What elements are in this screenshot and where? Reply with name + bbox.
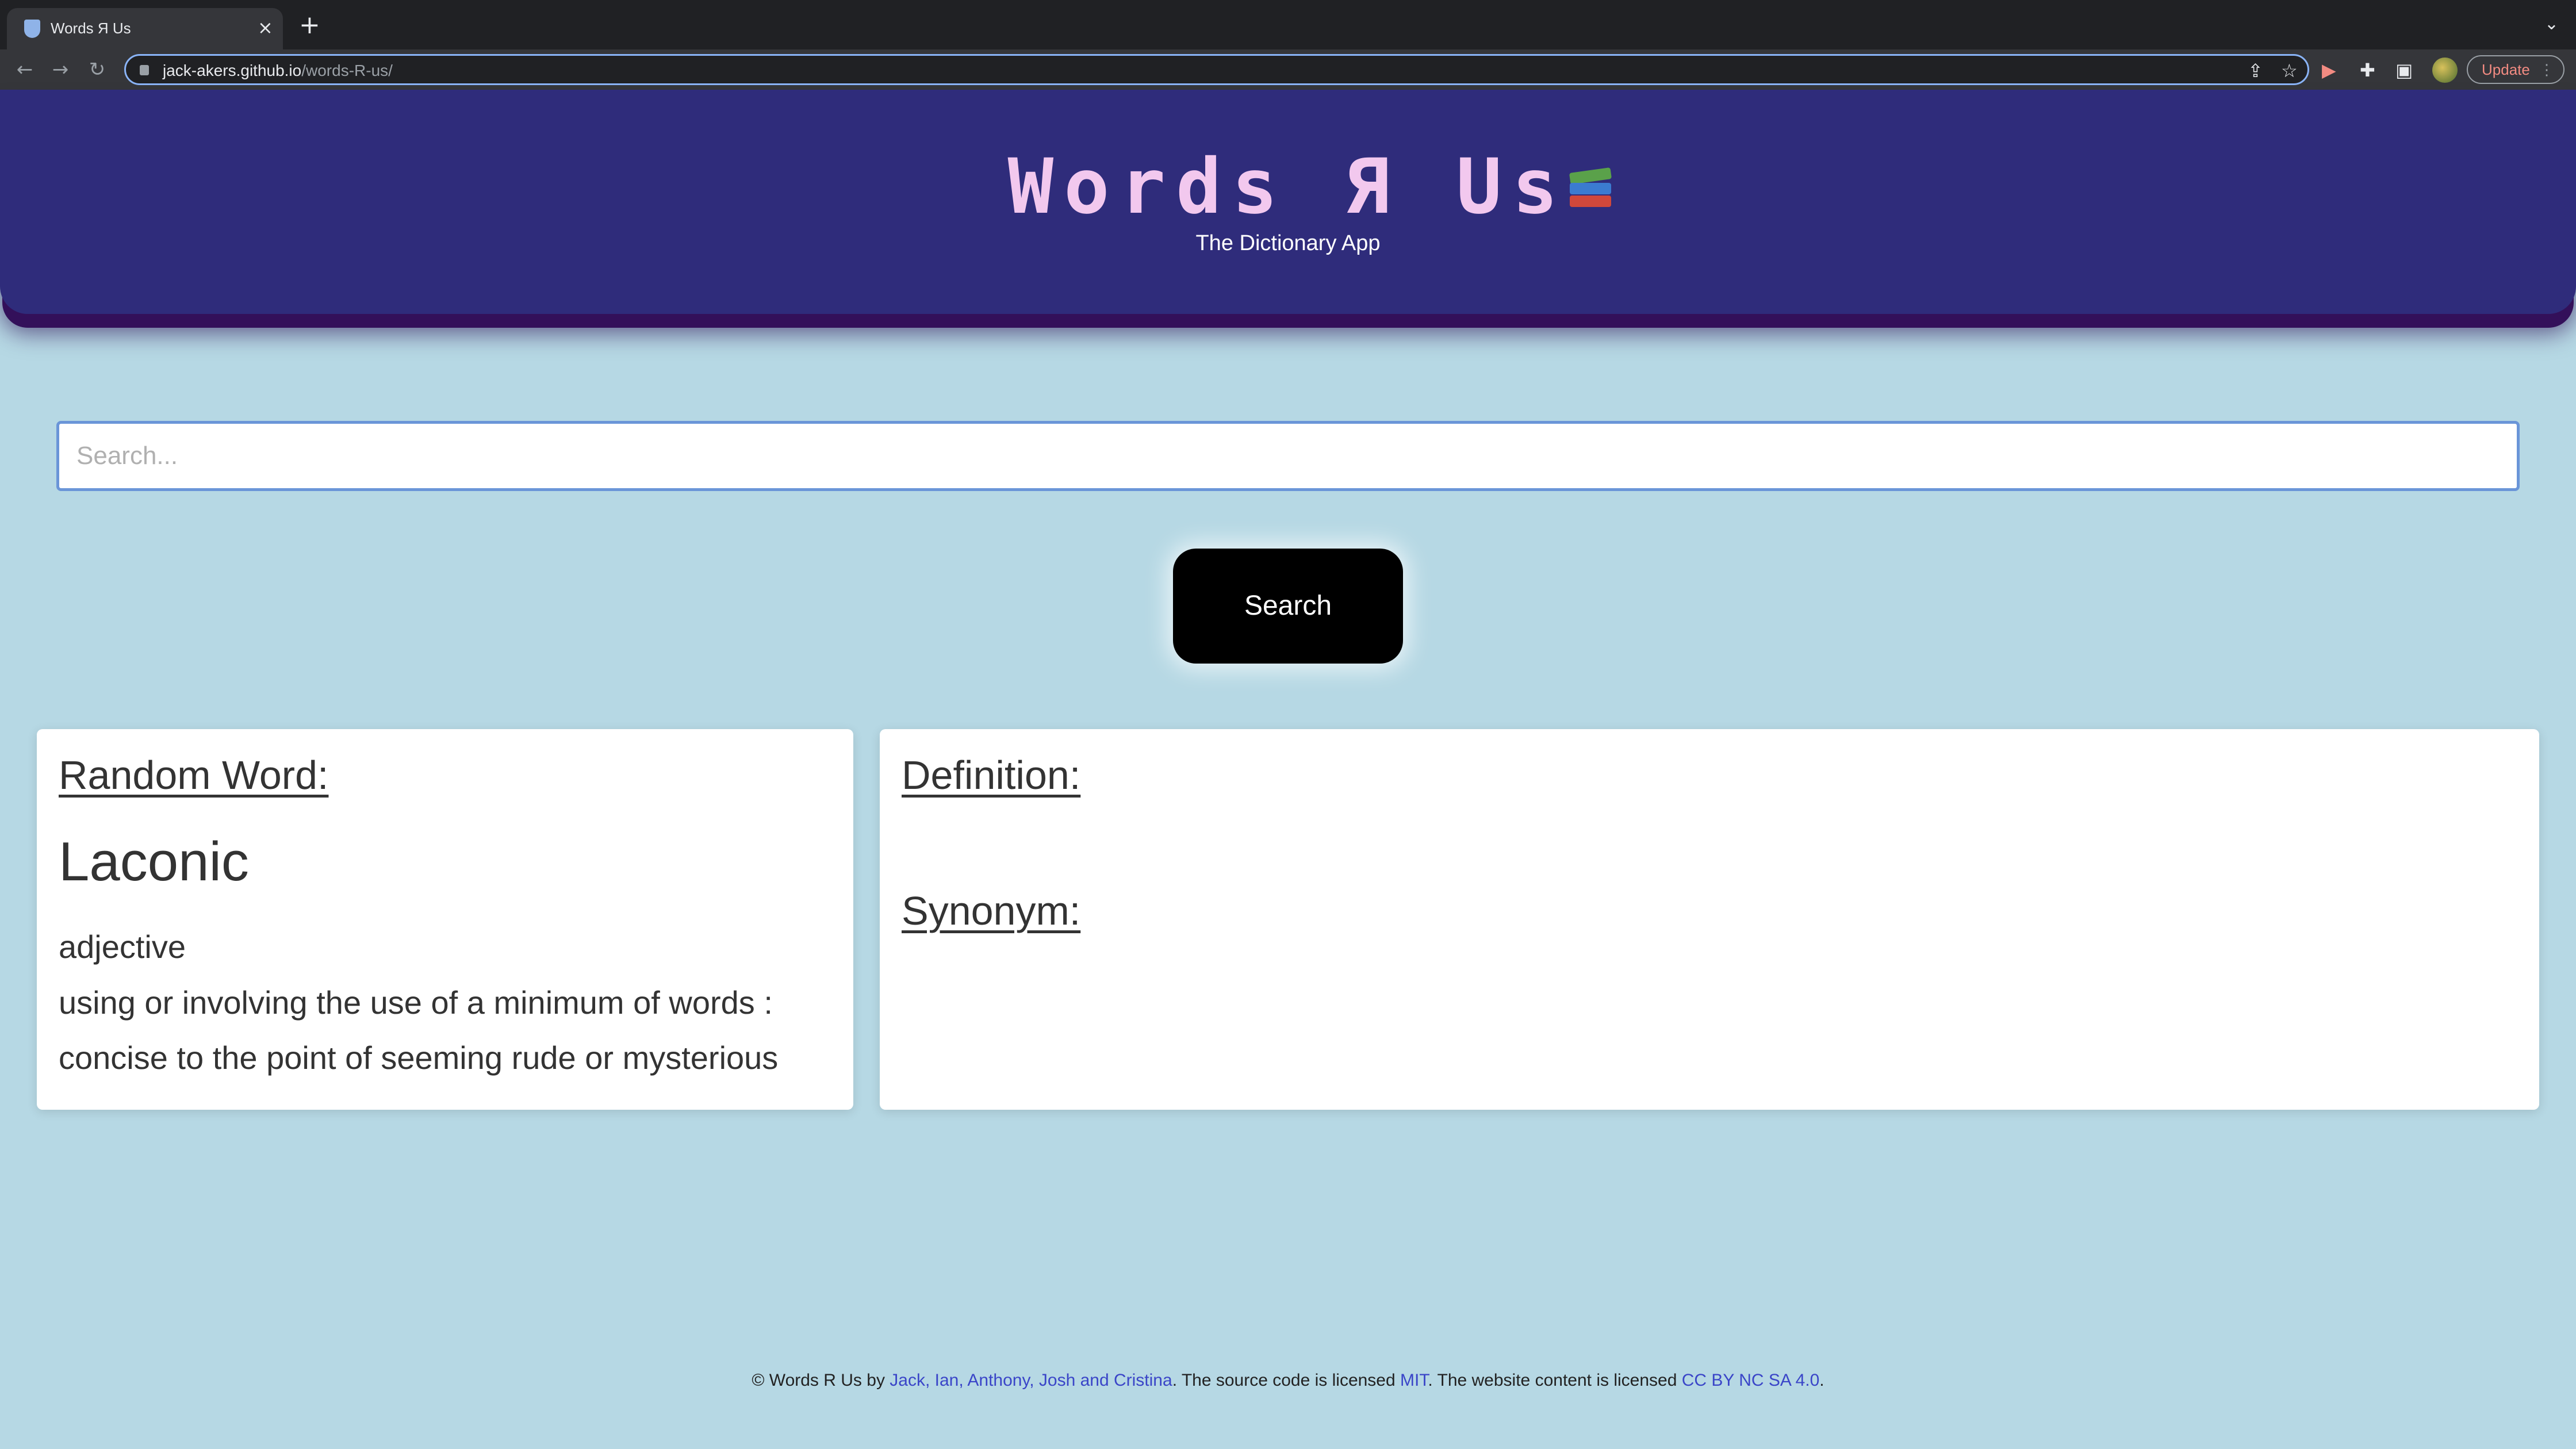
update-button[interactable]: Update ⋮ [2467,55,2564,84]
footer-prefix: © Words R Us by [752,1371,885,1390]
random-word: Laconic [59,831,249,892]
url-text: jack-akers.github.io/words-R-us/ [163,62,393,79]
definition-card: Definition: Synonym: [880,729,2539,1110]
random-word-card: Random Word: Laconic adjective using or … [37,729,853,1110]
reload-icon[interactable]: ↻ [83,55,112,84]
random-word-definition: using or involving the use of a minimum … [59,984,779,1076]
books-icon [1566,166,1616,215]
definition-heading: Definition: [902,753,1081,798]
new-tab-icon[interactable]: + [299,13,320,38]
footer-end: . [1819,1371,1824,1390]
back-icon[interactable]: ← [10,55,39,84]
footer-text: . The source code is licensed [1172,1371,1396,1390]
chevron-down-icon[interactable]: ⌄ [2544,14,2559,34]
footer: © Words R Us by Jack, Ian, Anthony, Josh… [0,1371,2576,1390]
lock-icon [140,65,149,75]
search-button[interactable]: Search [1173,549,1403,664]
share-icon[interactable]: ⇪ [2248,59,2263,82]
star-icon[interactable]: ☆ [2281,59,2298,82]
sidebar-icon[interactable]: ▣ [2395,60,2413,80]
forward-icon[interactable]: → [46,55,75,84]
browser-tab-strip: Words Я Us × + ⌄ [0,0,2576,49]
site-header: Words Я Us The Dictionary App [0,90,2576,314]
address-bar[interactable]: jack-akers.github.io/words-R-us/ ⇪ ☆ [124,54,2309,85]
search-input[interactable] [56,421,2520,491]
cc-license-link[interactable]: CC BY NC SA 4.0 [1682,1371,1820,1390]
browser-toolbar: ← → ↻ jack-akers.github.io/words-R-us/ ⇪… [0,49,2576,90]
profile-avatar[interactable] [2432,57,2458,83]
authors-link[interactable]: Jack, Ian, Anthony, Josh and Cristina [890,1371,1172,1390]
close-icon[interactable]: × [258,17,273,38]
footer-text: . The website content is licensed [1428,1371,1677,1390]
random-word-heading: Random Word: [59,753,329,798]
site-subtitle: The Dictionary App [1195,231,1381,255]
part-of-speech: adjective [59,929,186,965]
tab-title: Words Я Us [51,20,131,37]
favicon-icon [24,20,40,38]
browser-tab[interactable]: Words Я Us × [7,8,283,49]
extension-icon[interactable]: ▶ [2322,60,2336,80]
mit-license-link[interactable]: MIT [1400,1371,1428,1390]
synonym-heading: Synonym: [902,888,1081,933]
site-title: Words Я Us [1007,143,1569,231]
puzzle-icon[interactable]: ✚ [2360,60,2375,80]
